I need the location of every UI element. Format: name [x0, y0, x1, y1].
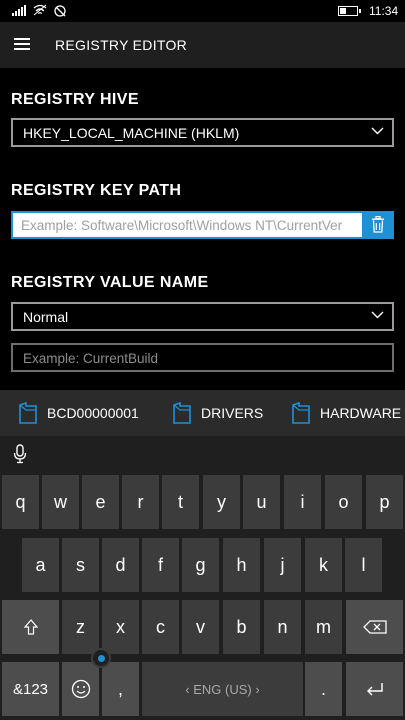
emoji-key[interactable]	[62, 662, 99, 716]
folder-icon	[292, 402, 310, 424]
battery-icon	[338, 6, 361, 16]
clock: 11:34	[369, 4, 399, 18]
value-type-value: Normal	[23, 309, 69, 325]
chevron-down-icon	[371, 127, 384, 135]
hive-label: REGISTRY HIVE	[11, 91, 139, 108]
key-k[interactable]: k	[305, 538, 342, 592]
backspace-icon	[362, 620, 387, 634]
app-bar: REGISTRY EDITOR	[0, 22, 405, 68]
value-type-select[interactable]: Normal	[11, 302, 394, 331]
key-l[interactable]: l	[345, 538, 382, 592]
key-v[interactable]: v	[182, 600, 219, 654]
hive-select[interactable]: HKEY_LOCAL_MACHINE (HKLM)	[11, 118, 394, 147]
cursor-indicator[interactable]	[91, 648, 111, 668]
space-language-label: ENG (US)	[193, 681, 252, 697]
hive-select-value: HKEY_LOCAL_MACHINE (HKLM)	[23, 125, 240, 141]
enter-icon	[366, 683, 383, 696]
suggestion-item[interactable]: DRIVERS	[172, 402, 263, 424]
period-key[interactable]: .	[305, 662, 342, 716]
value-name-input[interactable]: Example: CurrentBuild	[11, 343, 394, 372]
chevron-right-icon: ›	[251, 681, 260, 697]
key-i[interactable]: i	[284, 475, 321, 529]
hamburger-icon[interactable]	[14, 38, 30, 50]
key-e[interactable]: e	[82, 475, 119, 529]
key-p[interactable]: p	[366, 475, 403, 529]
key-n[interactable]: n	[264, 600, 301, 654]
suggestion-bar: BCD00000001 DRIVERS HARDWARE	[0, 390, 405, 436]
chevron-down-icon	[371, 311, 384, 319]
key-t[interactable]: t	[162, 475, 199, 529]
suggestion-label: BCD00000001	[47, 405, 139, 421]
microphone-icon[interactable]	[13, 444, 27, 464]
key-h[interactable]: h	[223, 538, 260, 592]
value-name-label: REGISTRY VALUE NAME	[11, 274, 209, 291]
space-key[interactable]: ‹ ENG (US) ›	[142, 662, 303, 716]
shift-key[interactable]	[2, 600, 59, 654]
numbers-key[interactable]: &123	[2, 662, 59, 716]
chevron-left-icon: ‹	[185, 681, 194, 697]
shift-icon	[23, 619, 38, 635]
key-b[interactable]: b	[223, 600, 260, 654]
on-screen-keyboard: q w e r t y u i o p a s d f g h j k l z …	[0, 472, 405, 720]
key-u[interactable]: u	[243, 475, 280, 529]
voice-input-row	[0, 436, 405, 472]
folder-icon	[19, 402, 37, 424]
backspace-key[interactable]	[346, 600, 403, 654]
key-s[interactable]: s	[62, 538, 99, 592]
key-d[interactable]: d	[102, 538, 139, 592]
key-q[interactable]: q	[2, 475, 39, 529]
key-f[interactable]: f	[142, 538, 179, 592]
key-c[interactable]: c	[142, 600, 179, 654]
trash-icon	[372, 216, 384, 233]
key-x[interactable]: x	[102, 600, 139, 654]
key-g[interactable]: g	[182, 538, 219, 592]
key-o[interactable]: o	[325, 475, 362, 529]
key-y[interactable]: y	[203, 475, 240, 529]
suggestion-item[interactable]: BCD00000001	[18, 402, 139, 424]
suggestion-item[interactable]: HARDWARE	[291, 402, 401, 424]
folder-icon	[173, 402, 191, 424]
key-a[interactable]: a	[22, 538, 59, 592]
emoji-icon	[71, 679, 90, 699]
key-w[interactable]: w	[42, 475, 79, 529]
key-path-placeholder: Example: Software\Microsoft\Windows NT\C…	[21, 218, 343, 233]
comma-key[interactable]: ,	[102, 662, 139, 716]
status-bar: 11:34	[0, 0, 405, 22]
suggestion-label: HARDWARE	[320, 405, 402, 421]
page-title: REGISTRY EDITOR	[55, 37, 188, 53]
clear-button[interactable]	[362, 211, 394, 239]
suggestion-label: DRIVERS	[201, 405, 264, 421]
key-j[interactable]: j	[264, 538, 301, 592]
enter-key[interactable]	[346, 662, 403, 716]
key-z[interactable]: z	[62, 600, 99, 654]
wifi-icon	[33, 4, 47, 16]
value-name-placeholder: Example: CurrentBuild	[23, 351, 159, 366]
key-r[interactable]: r	[122, 475, 159, 529]
signal-icon	[12, 5, 26, 16]
key-path-label: REGISTRY KEY PATH	[11, 182, 182, 199]
key-path-input[interactable]: Example: Software\Microsoft\Windows NT\C…	[11, 211, 394, 239]
notification-icon	[54, 5, 66, 17]
key-m[interactable]: m	[305, 600, 342, 654]
